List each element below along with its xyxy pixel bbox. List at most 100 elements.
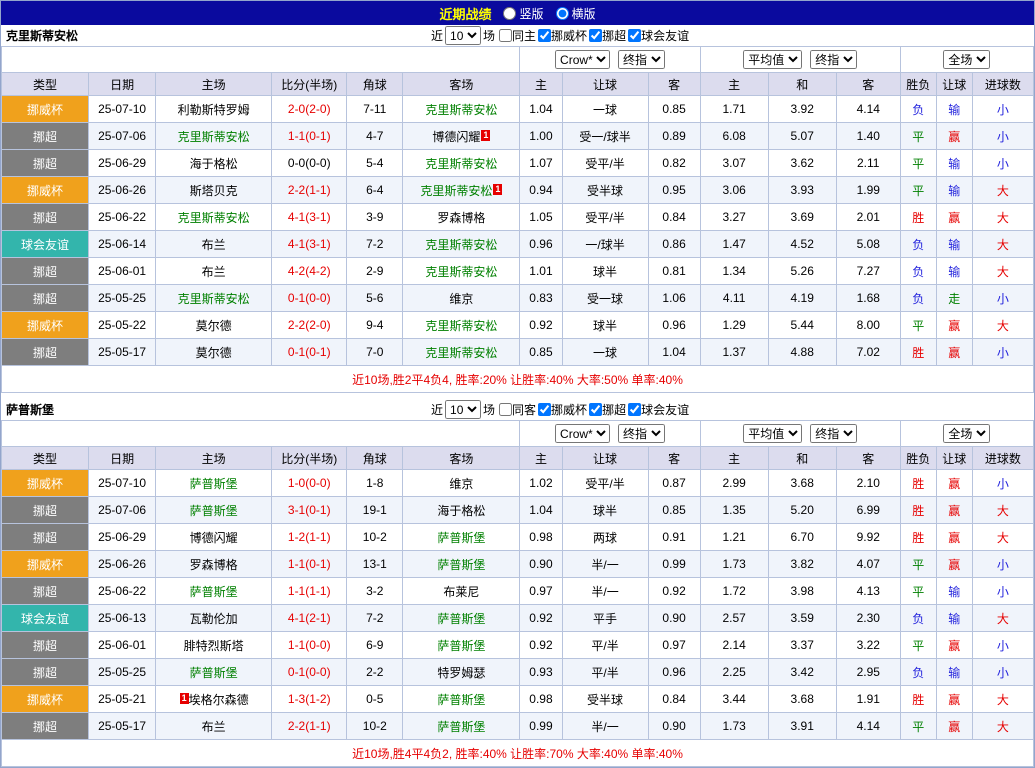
odds-source-select[interactable]: 全场 (943, 50, 991, 69)
away-team-name[interactable]: 萨普斯堡 (437, 693, 485, 707)
away-team-name[interactable]: 克里斯蒂安松 (425, 157, 497, 171)
home-team-name[interactable]: 利勒斯特罗姆 (178, 103, 250, 117)
match-score[interactable]: 1-1(1-1) (271, 577, 348, 605)
home-team-name[interactable]: 布兰 (202, 265, 226, 279)
match-score[interactable]: 4-1(3-1) (271, 203, 348, 231)
match-score[interactable]: 0-0(0-0) (271, 149, 348, 177)
europe-draw-odds: 5.44 (767, 311, 837, 339)
filter-checkbox[interactable] (589, 29, 603, 42)
win-loss-result: 胜 (899, 203, 937, 231)
match-score[interactable]: 0-1(0-0) (271, 284, 348, 312)
home-team-name[interactable]: 布兰 (202, 720, 226, 734)
layout-option-vertical[interactable]: 竖版 (503, 5, 544, 22)
away-team-name[interactable]: 罗森博格 (437, 211, 485, 225)
odds-source-select[interactable]: 终指 (618, 50, 666, 69)
match-score[interactable]: 4-1(2-1) (271, 604, 348, 632)
odds-source-select[interactable]: 终指 (810, 424, 858, 443)
win-loss-result: 负 (899, 658, 937, 686)
home-team-name[interactable]: 萨普斯堡 (190, 585, 238, 599)
column-header: 和 (767, 446, 837, 470)
filter-checkbox[interactable] (589, 403, 603, 416)
win-loss-result: 胜 (899, 523, 937, 551)
filter-checkbox[interactable] (538, 403, 552, 416)
match-score[interactable]: 0-1(0-1) (271, 338, 348, 366)
odds-source-select[interactable]: 终指 (618, 424, 666, 443)
recent-count-select[interactable]: 10 (445, 26, 482, 45)
filter-option[interactable]: 挪超 (589, 401, 626, 418)
filter-option[interactable]: 球会友谊 (628, 401, 689, 418)
away-team-name[interactable]: 萨普斯堡 (437, 639, 485, 653)
filter-option[interactable]: 挪威杯 (538, 401, 587, 418)
away-team-name[interactable]: 克里斯蒂安松 (425, 346, 497, 360)
filter-checkbox[interactable] (538, 29, 552, 42)
away-team-name[interactable]: 克里斯蒂安松 (420, 184, 492, 198)
away-team-name[interactable]: 布莱尼 (443, 585, 479, 599)
home-team-name[interactable]: 克里斯蒂安松 (178, 211, 250, 225)
match-score[interactable]: 2-0(2-0) (271, 95, 348, 123)
match-score[interactable]: 1-3(1-2) (271, 685, 348, 713)
match-score[interactable]: 4-2(4-2) (271, 257, 348, 285)
odds-source-select[interactable]: Crow* (555, 50, 611, 69)
match-score[interactable]: 2-2(1-1) (271, 712, 348, 740)
away-team-name[interactable]: 萨普斯堡 (437, 531, 485, 545)
filter-option[interactable]: 球会友谊 (628, 27, 689, 44)
filter-checkbox[interactable] (499, 403, 513, 416)
filter-checkbox[interactable] (628, 403, 642, 416)
match-score[interactable]: 2-2(1-1) (271, 176, 348, 204)
home-team-name[interactable]: 罗森博格 (190, 558, 238, 572)
away-team-name[interactable]: 特罗姆瑟 (437, 666, 485, 680)
home-team-name[interactable]: 萨普斯堡 (190, 504, 238, 518)
odds-source-select[interactable]: 平均值 (743, 50, 803, 69)
home-team-name[interactable]: 埃格尔森德 (189, 693, 249, 707)
match-score[interactable]: 2-2(2-0) (271, 311, 348, 339)
match-score[interactable]: 4-1(3-1) (271, 230, 348, 258)
away-team-name[interactable]: 萨普斯堡 (437, 612, 485, 626)
match-score[interactable]: 1-1(0-1) (271, 550, 348, 578)
odds-source-select[interactable]: 平均值 (743, 424, 803, 443)
goals-result: 大 (971, 685, 1035, 713)
home-team-name[interactable]: 斯塔贝克 (190, 184, 238, 198)
recent-count-select[interactable]: 10 (445, 400, 482, 419)
filter-option[interactable]: 同主 (499, 27, 536, 44)
home-team-name[interactable]: 布兰 (202, 238, 226, 252)
vertical-layout-radio[interactable] (503, 6, 517, 20)
away-team-name[interactable]: 海于格松 (437, 504, 485, 518)
match-score[interactable]: 3-1(0-1) (271, 496, 348, 524)
home-team-name[interactable]: 腓特烈斯塔 (184, 639, 244, 653)
match-score[interactable]: 1-2(1-1) (271, 523, 348, 551)
match-score[interactable]: 0-1(0-0) (271, 658, 348, 686)
away-team-name[interactable]: 维京 (449, 292, 473, 306)
away-team-name[interactable]: 克里斯蒂安松 (425, 265, 497, 279)
odds-source-select[interactable]: 终指 (810, 50, 858, 69)
filter-option[interactable]: 挪超 (589, 27, 626, 44)
away-team-name[interactable]: 克里斯蒂安松 (425, 103, 497, 117)
filter-label: 同客 (512, 403, 537, 417)
filter-option[interactable]: 同客 (499, 401, 536, 418)
away-team-name[interactable]: 萨普斯堡 (437, 558, 485, 572)
away-team-name[interactable]: 博德闪耀 (432, 130, 480, 144)
filter-checkbox[interactable] (499, 29, 513, 42)
filter-option[interactable]: 挪威杯 (538, 27, 587, 44)
away-team-name[interactable]: 克里斯蒂安松 (425, 238, 497, 252)
match-score[interactable]: 1-1(0-0) (271, 631, 348, 659)
vertical-layout-label: 竖版 (519, 6, 544, 21)
horizontal-layout-radio[interactable] (555, 6, 569, 20)
home-team-name[interactable]: 海于格松 (190, 157, 238, 171)
home-team-name[interactable]: 瓦勒伦加 (190, 612, 238, 626)
odds-source-select[interactable]: 全场 (943, 424, 991, 443)
match-score[interactable]: 1-0(0-0) (271, 469, 348, 497)
away-team-name[interactable]: 克里斯蒂安松 (425, 319, 497, 333)
away-team-name[interactable]: 萨普斯堡 (437, 720, 485, 734)
match-score[interactable]: 1-1(0-1) (271, 122, 348, 150)
filter-checkbox[interactable] (628, 29, 642, 42)
home-team-name[interactable]: 莫尔德 (196, 319, 232, 333)
away-team-name[interactable]: 维京 (449, 477, 473, 491)
home-team-name[interactable]: 博德闪耀 (190, 531, 238, 545)
home-team-name[interactable]: 莫尔德 (196, 346, 232, 360)
layout-option-horizontal[interactable]: 横版 (555, 5, 596, 22)
home-team-name[interactable]: 克里斯蒂安松 (178, 130, 250, 144)
odds-source-select[interactable]: Crow* (555, 424, 611, 443)
home-team-name[interactable]: 克里斯蒂安松 (178, 292, 250, 306)
home-team-name[interactable]: 萨普斯堡 (190, 477, 238, 491)
home-team-name[interactable]: 萨普斯堡 (190, 666, 238, 680)
